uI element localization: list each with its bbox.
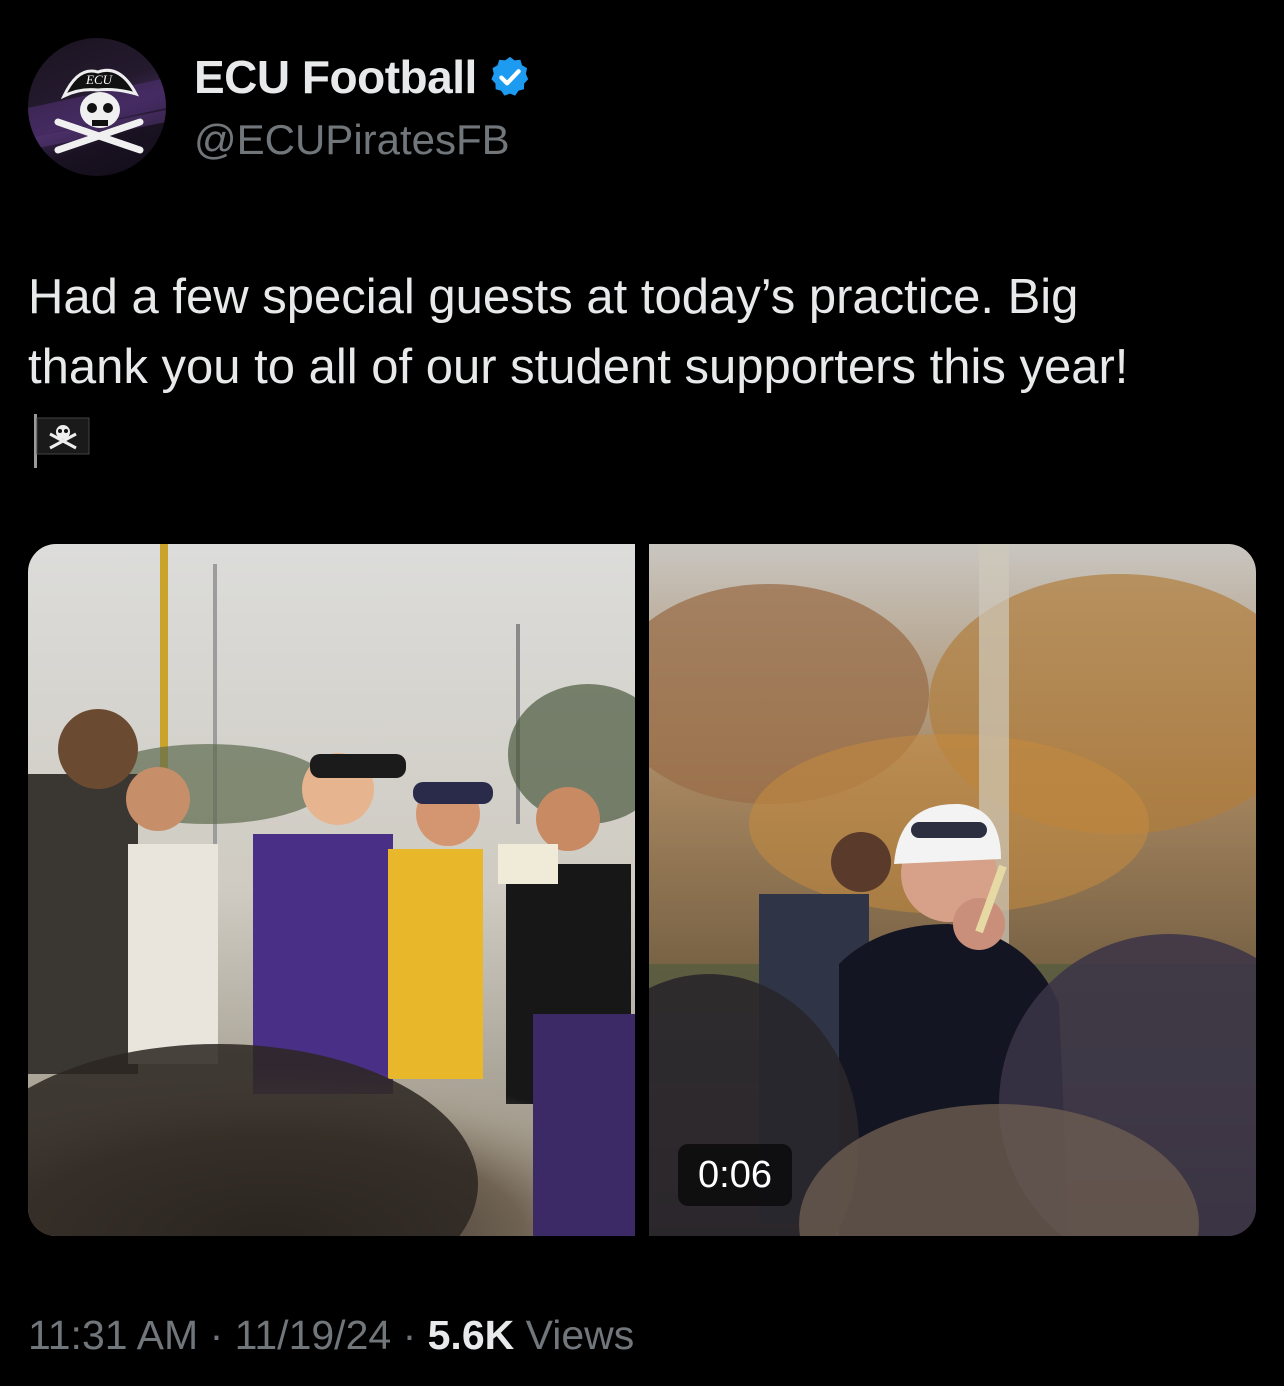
- video-duration-badge: 0:06: [678, 1144, 792, 1206]
- media-grid: [28, 544, 1256, 1236]
- user-handle[interactable]: @ECUPiratesFB: [194, 116, 510, 164]
- tweet-text-line: Had a few special guests at today’s prac…: [28, 270, 1079, 324]
- tweet-metadata: 11:31 AM · 11/19/24 · 5.6K Views: [28, 1312, 634, 1359]
- tweet-date[interactable]: 11/19/24: [235, 1312, 392, 1358]
- avatar[interactable]: ECU: [28, 38, 166, 176]
- views-count[interactable]: 5.6K: [428, 1312, 515, 1358]
- separator-dot: ·: [391, 1312, 428, 1358]
- views-label: Views: [514, 1312, 635, 1358]
- pirate-logo-icon: ECU: [28, 68, 166, 154]
- display-name[interactable]: ECU Football: [194, 50, 477, 104]
- verified-badge-icon[interactable]: [487, 54, 533, 100]
- tweet-time[interactable]: 11:31 AM: [28, 1312, 198, 1358]
- tweet-text-line: thank you to all of our student supporte…: [28, 340, 1129, 394]
- pirate-flag-icon: [34, 414, 90, 468]
- tweet-text: Had a few special guests at today’s prac…: [28, 262, 1268, 402]
- students-at-practice-photo[interactable]: [28, 544, 635, 1236]
- separator-dot: ·: [198, 1312, 235, 1358]
- coach-video-thumbnail[interactable]: [649, 544, 1256, 1236]
- avatar-logo-text: ECU: [85, 72, 114, 87]
